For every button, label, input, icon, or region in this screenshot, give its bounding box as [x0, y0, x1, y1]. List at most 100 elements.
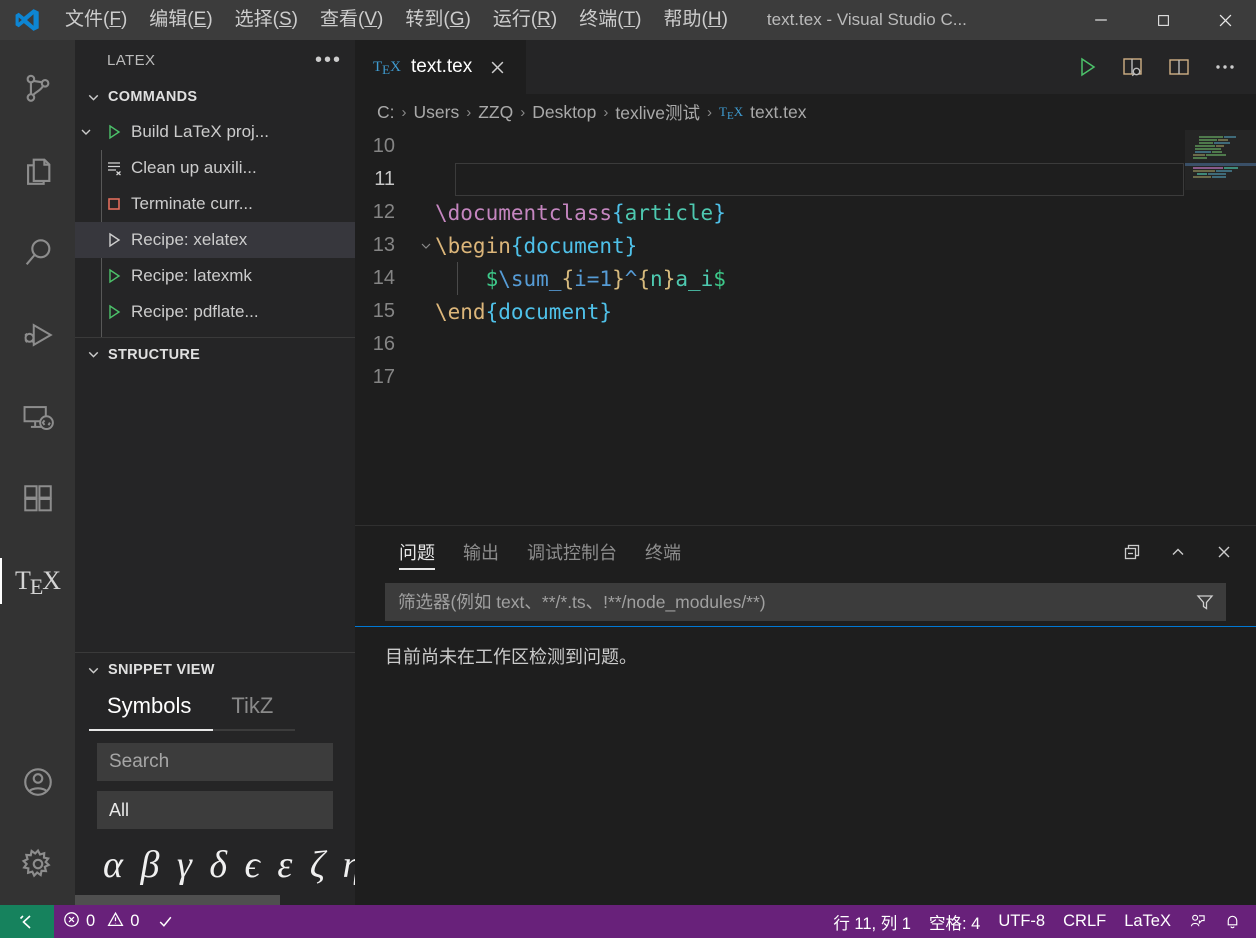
command-terminate-current[interactable]: Terminate curr...: [75, 186, 355, 222]
snippet-tab-symbols[interactable]: Symbols: [89, 687, 214, 731]
token: \sum: [498, 266, 549, 291]
command-recipe-xelatex-2[interactable]: Recipe: xelatex: [75, 330, 355, 337]
editor-more-actions-icon[interactable]: [1204, 46, 1246, 88]
menu-selection[interactable]: 选择(S): [224, 0, 309, 40]
token: }: [599, 299, 613, 324]
latex-status-check-icon[interactable]: [148, 905, 183, 938]
maximize-button[interactable]: [1132, 0, 1194, 40]
breadcrumb-item-2[interactable]: ZZQ: [478, 102, 513, 123]
panel-tab-terminal[interactable]: 终端: [631, 526, 695, 578]
menu-go[interactable]: 转到(G): [394, 0, 481, 40]
code-editor[interactable]: 10 11 12 \documentclass{article} 13 \beg…: [355, 130, 1256, 525]
problems-status-button[interactable]: 0 0: [54, 905, 148, 938]
fold-chevron-down-icon[interactable]: [417, 239, 435, 253]
collapse-all-icon[interactable]: [1112, 532, 1152, 572]
maximize-panel-chevron-up-icon[interactable]: [1158, 532, 1198, 572]
panel-tab-output[interactable]: 输出: [449, 526, 513, 578]
encoding-status[interactable]: UTF-8: [989, 905, 1054, 938]
split-editor-right-button[interactable]: [1158, 46, 1200, 88]
menu-help[interactable]: 帮助(H): [653, 0, 739, 40]
section-structure[interactable]: STRUCTURE: [75, 337, 355, 371]
activity-source-control-icon[interactable]: [0, 48, 75, 130]
close-tab-icon[interactable]: [482, 52, 512, 82]
code-line-17[interactable]: 17: [355, 361, 1256, 394]
notifications-bell-icon[interactable]: [1215, 905, 1250, 938]
breadcrumb-item-4[interactable]: texlive测试: [615, 100, 700, 125]
status-bar-right: 行 11, 列 1 空格: 4 UTF-8 CRLF LaTeX: [824, 905, 1256, 938]
command-recipe-latexmk[interactable]: Recipe: latexmk: [75, 258, 355, 294]
activity-remote-explorer-icon[interactable]: [0, 376, 75, 458]
minimize-button[interactable]: [1070, 0, 1132, 40]
filter-funnel-icon[interactable]: [1193, 592, 1217, 612]
eol-status[interactable]: CRLF: [1054, 905, 1115, 938]
minimap[interactable]: [1185, 130, 1256, 525]
feedback-person-icon[interactable]: [1180, 905, 1215, 938]
menu-bar: 文件(F) 编辑(E) 选择(S) 查看(V) 转到(G) 运行(R) 终端(T…: [54, 0, 739, 40]
problems-filter-input[interactable]: [398, 591, 1193, 613]
command-recipe-pdflatex[interactable]: Recipe: pdflate...: [75, 294, 355, 330]
snippet-symbol-row[interactable]: α β γ δ ϵ ε ζ η: [75, 829, 355, 893]
language-mode-status[interactable]: LaTeX: [1115, 905, 1180, 938]
menu-terminal[interactable]: 终端(T): [568, 0, 652, 40]
activity-accounts-icon[interactable]: [0, 741, 75, 823]
command-label: Terminate curr...: [131, 194, 253, 213]
remote-window-button[interactable]: [0, 905, 54, 938]
code-line-16[interactable]: 16: [355, 328, 1256, 361]
token: {: [485, 299, 499, 324]
snippet-view-pane: SNIPPET VIEW Symbols TikZ Search All α β…: [75, 652, 355, 905]
indentation-status[interactable]: 空格: 4: [920, 905, 989, 938]
problems-body: 目前尚未在工作区检测到问题。: [355, 626, 1256, 905]
breadcrumb-separator-icon: ›: [520, 103, 526, 121]
play-grey-icon: [97, 231, 131, 249]
stop-square-icon: [97, 195, 131, 213]
build-latex-project-button[interactable]: [1066, 46, 1108, 88]
breadcrumb-item-1[interactable]: Users: [414, 102, 460, 123]
menu-file[interactable]: 文件(F): [54, 0, 138, 40]
code-line-12[interactable]: 12 \documentclass{article}: [355, 196, 1256, 229]
command-clean-up-auxiliary[interactable]: Clean up auxili...: [75, 150, 355, 186]
code-line-14[interactable]: 14 $\sum_{i=1}^{n}a_i$: [355, 262, 1256, 295]
token: i=1: [574, 266, 613, 291]
chevron-down-icon[interactable]: [75, 124, 97, 140]
code-line-11-current[interactable]: 11: [355, 163, 1256, 196]
line-number: 10: [372, 135, 395, 157]
panel-tab-problems[interactable]: 问题: [385, 526, 449, 578]
snippet-tab-tikz[interactable]: TikZ: [213, 687, 296, 731]
activity-search-icon[interactable]: [0, 212, 75, 294]
code-line-15[interactable]: 15 \end{document}: [355, 295, 1256, 328]
code-line-10[interactable]: 10: [355, 130, 1256, 163]
activity-settings-gear-icon[interactable]: [0, 823, 75, 905]
activity-explorer-icon[interactable]: [0, 130, 75, 212]
editor-tab-label: text.tex: [410, 56, 473, 77]
scrollbar-thumb[interactable]: [75, 895, 280, 905]
side-bar: LATEX ••• COMMANDS Build LaTeX proj... C…: [75, 40, 1256, 905]
code-line-13[interactable]: 13 \begin{document}: [355, 229, 1256, 262]
section-commands[interactable]: COMMANDS: [75, 80, 355, 114]
close-window-button[interactable]: [1194, 0, 1256, 40]
activity-latex-icon[interactable]: TEX: [0, 540, 75, 622]
breadcrumb-item-5[interactable]: text.tex: [750, 102, 806, 123]
command-build-latex-project[interactable]: Build LaTeX proj...: [75, 114, 355, 150]
breadcrumb-item-0[interactable]: C:: [377, 102, 395, 123]
snippet-horizontal-scrollbar[interactable]: [75, 895, 355, 905]
close-panel-icon[interactable]: [1204, 532, 1244, 572]
window-title: text.tex - Visual Studio C...: [766, 10, 967, 29]
menu-edit[interactable]: 编辑(E): [138, 0, 223, 40]
snippet-search-input[interactable]: Search: [97, 743, 333, 781]
menu-view[interactable]: 查看(V): [309, 0, 394, 40]
breadcrumb-separator-icon: ›: [707, 103, 713, 121]
activity-run-debug-icon[interactable]: [0, 294, 75, 376]
command-recipe-xelatex-selected[interactable]: Recipe: xelatex: [75, 222, 355, 258]
panel-tab-debug-console[interactable]: 调试控制台: [513, 526, 631, 578]
editor-tab-text-tex[interactable]: TEX text.tex: [355, 40, 528, 94]
snippet-category-select[interactable]: All: [97, 791, 333, 829]
cursor-position-status[interactable]: 行 11, 列 1: [824, 905, 920, 938]
sidebar-more-actions-icon[interactable]: •••: [315, 50, 342, 70]
breadcrumb-item-3[interactable]: Desktop: [532, 102, 596, 123]
view-latex-pdf-button[interactable]: [1112, 46, 1154, 88]
section-snippet-view[interactable]: SNIPPET VIEW: [75, 653, 355, 687]
activity-extensions-icon[interactable]: [0, 458, 75, 540]
menu-run[interactable]: 运行(R): [482, 0, 568, 40]
problems-filter-box[interactable]: [385, 583, 1226, 621]
